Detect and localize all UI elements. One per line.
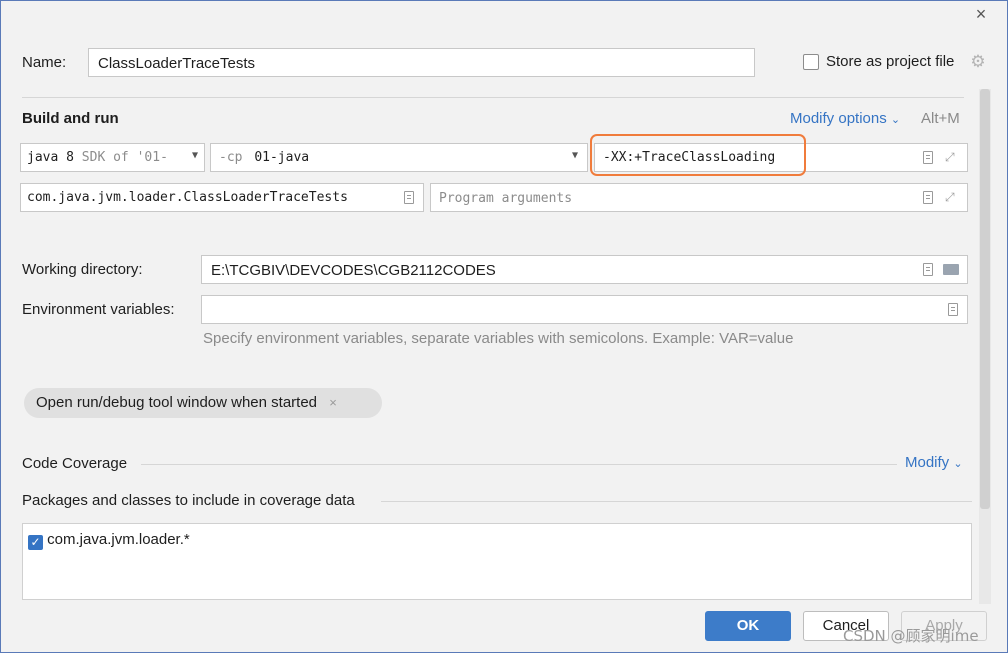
main-class-field[interactable]: com.java.jvm.loader.ClassLoaderTraceTest… [20, 183, 424, 212]
env-vars-label: Environment variables: [22, 301, 175, 318]
expand-icon[interactable]: ⤢ [945, 150, 959, 164]
coverage-modify-link[interactable]: Modify ⌄ [905, 454, 963, 471]
program-arguments-field[interactable]: Program arguments ⤢ [430, 183, 968, 212]
coverage-item-label: com.java.jvm.loader.* [47, 531, 190, 548]
name-label: Name: [22, 54, 67, 71]
coverage-modify-label: Modify [905, 454, 950, 471]
classpath-value: 01-java [254, 150, 310, 165]
modify-options-link[interactable]: Modify options ⌄ [790, 110, 900, 127]
top-divider [22, 97, 964, 98]
store-as-project-checkbox[interactable] [803, 54, 819, 70]
coverage-packages-label: Packages and classes to include in cover… [22, 492, 355, 509]
scrollbar-thumb[interactable] [980, 89, 990, 509]
working-directory-label: Working directory: [22, 261, 143, 278]
packages-divider [381, 501, 972, 502]
build-run-title: Build and run [22, 110, 119, 127]
env-vars-hint: Specify environment variables, separate … [203, 330, 794, 347]
code-coverage-title: Code Coverage [22, 455, 128, 472]
jre-sdk-note: SDK of '01- [81, 150, 168, 165]
gear-icon[interactable]: ⚙ [969, 53, 987, 71]
list-item[interactable]: ✓ com.java.jvm.loader.* [28, 531, 190, 550]
document-icon[interactable] [923, 191, 933, 204]
highlight-annotation [590, 134, 806, 176]
document-icon[interactable] [923, 151, 933, 164]
ok-button[interactable]: OK [705, 611, 791, 641]
checked-checkbox-icon[interactable]: ✓ [28, 535, 43, 550]
coverage-list[interactable]: ✓ com.java.jvm.loader.* [22, 523, 972, 600]
name-value: ClassLoaderTraceTests [98, 55, 256, 72]
chip-label: Open run/debug tool window when started [36, 394, 318, 411]
working-directory-field[interactable]: E:\TCGBIV\DEVCODES\CGB2112CODES [201, 255, 968, 284]
chevron-down-icon: ⌄ [890, 114, 901, 126]
open-tool-window-chip[interactable]: Open run/debug tool window when started … [24, 388, 382, 418]
jre-select[interactable]: java 8 SDK of '01- ▼ [20, 143, 205, 172]
modify-options-shortcut: Alt+M [921, 110, 960, 127]
jre-version: java 8 [27, 150, 74, 165]
classpath-prefix: -cp [219, 150, 243, 165]
env-vars-field[interactable] [201, 295, 968, 324]
run-configuration-dialog: × Name: ClassLoaderTraceTests Store as p… [0, 0, 1008, 653]
classpath-select[interactable]: -cp 01-java ▼ [210, 143, 588, 172]
working-directory-value: E:\TCGBIV\DEVCODES\CGB2112CODES [211, 262, 496, 279]
document-icon[interactable] [948, 303, 958, 316]
program-arguments-placeholder: Program arguments [439, 191, 573, 206]
chip-close-icon[interactable]: × [329, 395, 337, 410]
name-field[interactable]: ClassLoaderTraceTests [88, 48, 755, 77]
chevron-down-icon: ⌄ [953, 458, 963, 470]
coverage-divider [141, 464, 897, 465]
modify-options-label: Modify options [790, 110, 887, 127]
watermark: CSDN @顾家明ime [843, 627, 979, 645]
main-class-value: com.java.jvm.loader.ClassLoaderTraceTest… [27, 190, 348, 205]
dropdown-arrow-icon: ▼ [191, 150, 198, 161]
close-icon[interactable]: × [972, 5, 990, 23]
store-as-project-label: Store as project file [826, 53, 955, 70]
expand-icon[interactable]: ⤢ [945, 190, 959, 204]
document-icon[interactable] [404, 191, 414, 204]
folder-icon[interactable] [943, 264, 959, 275]
dropdown-arrow-icon: ▼ [571, 150, 578, 161]
document-icon[interactable] [923, 263, 933, 276]
